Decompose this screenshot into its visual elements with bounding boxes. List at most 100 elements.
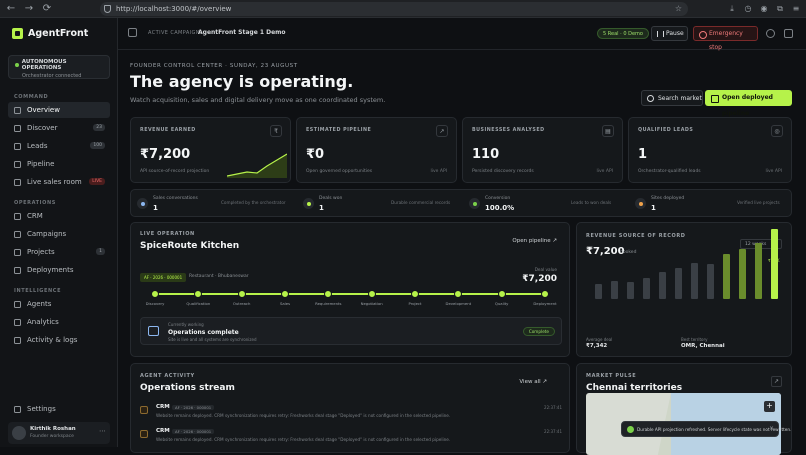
- revenue-value: ₹7,200: [586, 246, 625, 257]
- stage-label: Negotiation: [360, 301, 383, 306]
- stat-conversations: Sales conversations 1 Completed by the o…: [131, 190, 296, 218]
- user-name: Kirthik Roshan: [30, 426, 76, 432]
- history-icon[interactable]: ◷: [742, 2, 754, 16]
- check-icon: [627, 426, 634, 433]
- download-icon[interactable]: ⤓: [726, 2, 738, 16]
- sidebar-item-overview[interactable]: Overview: [8, 102, 110, 118]
- sidebar-item-deployments[interactable]: Deployments: [8, 262, 110, 278]
- revenue-bar: [723, 254, 730, 299]
- panel-title: Operations stream: [140, 383, 235, 393]
- user-card[interactable]: Kirthik Roshan Founder workspace ⋯: [8, 422, 110, 444]
- sidebar-item-live-sales-room[interactable]: Live sales room LIVE: [8, 174, 110, 190]
- sidebar-toggle-icon[interactable]: [128, 28, 137, 37]
- theme-icon[interactable]: [766, 29, 775, 38]
- kpi-source: live API: [430, 169, 447, 174]
- sidebar-item-settings[interactable]: Settings: [8, 401, 110, 417]
- activity-item[interactable]: CRM AF · 2026 · 000001 Website remains d…: [140, 428, 562, 446]
- stat-conversion: Conversion 100.0% Leads to won deals: [463, 190, 628, 218]
- status-dot-icon: [15, 63, 19, 67]
- campaign-selector[interactable]: AgentFront Stage 1 Demo: [198, 29, 286, 36]
- kpi-businesses-card[interactable]: BUSINESSES ANALYSED ▤ 110 Persisted disc…: [462, 117, 623, 183]
- stat-note: Leads to won deals: [571, 200, 612, 205]
- revenue-bar: [659, 272, 666, 299]
- user-role: Founder workspace: [30, 434, 74, 439]
- megaphone-icon: [14, 230, 21, 238]
- account-icon[interactable]: ◉: [758, 2, 770, 16]
- main-content: FOUNDER CONTROL CENTER · SUNDAY, 23 AUGU…: [118, 50, 806, 455]
- cw-sub: Site is live and all systems are synchro…: [168, 337, 257, 342]
- stat-label: Sites deployed: [651, 196, 685, 201]
- stat-value: 1: [651, 204, 656, 212]
- pause-button[interactable]: Pause: [651, 26, 688, 41]
- kpi-leads-card[interactable]: QUALIFIED LEADS ◎ 1 Orchestrator-qualifi…: [628, 117, 792, 183]
- address-bar[interactable]: http://localhost:3000/#/overview ☆: [100, 2, 688, 16]
- panel-eyebrow: AGENT ACTIVITY: [140, 373, 195, 379]
- globe-icon: [635, 198, 646, 209]
- notifications-icon[interactable]: [784, 29, 793, 38]
- sidebar-item-label: Activity & logs: [27, 336, 78, 344]
- back-icon[interactable]: ←: [4, 2, 18, 16]
- search-market-button[interactable]: Search market: [641, 90, 703, 106]
- emergency-stop-button[interactable]: Emergency stop: [693, 26, 758, 51]
- warning-icon: [140, 430, 148, 438]
- stage-dot: [324, 290, 333, 298]
- revenue-panel: REVENUE SOURCE OF RECORD ₹7,200 booked 1…: [576, 222, 792, 357]
- zoom-in-button[interactable]: +: [764, 401, 775, 412]
- close-icon[interactable]: ×: [769, 425, 774, 432]
- star-icon[interactable]: ☆: [675, 2, 682, 16]
- sidebar-item-leads[interactable]: Leads 100: [8, 138, 110, 154]
- stage-dot: [411, 290, 419, 298]
- top-bar-label: ₹7.2K: [768, 258, 780, 263]
- chart-icon: [14, 318, 21, 326]
- activity-item[interactable]: CRM AF · 2026 · 000001 Website remains d…: [140, 404, 562, 422]
- panel-eyebrow: LIVE OPERATION: [140, 231, 195, 237]
- live-operation-panel: LIVE OPERATION SpiceRoute Kitchen Open p…: [130, 222, 570, 357]
- stats-strip: Sales conversations 1 Completed by the o…: [130, 189, 792, 217]
- sidebar-item-activity[interactable]: Activity & logs: [8, 332, 110, 348]
- activity-time: 22:37:41: [544, 429, 562, 434]
- sidebar-item-pipeline[interactable]: Pipeline: [8, 156, 110, 172]
- expand-icon[interactable]: ↗: [771, 376, 782, 387]
- sidebar-item-discover[interactable]: Discover 23: [8, 120, 110, 136]
- reload-icon[interactable]: ⟳: [40, 2, 54, 16]
- activity-title: CRM: [156, 428, 170, 434]
- trend-up-icon: ↗: [436, 125, 448, 137]
- section-command: COMMAND: [14, 94, 49, 100]
- sidebar-item-crm[interactable]: CRM: [8, 208, 110, 224]
- sidebar-item-projects[interactable]: Projects 1: [8, 244, 110, 260]
- target-icon: ◎: [771, 125, 783, 137]
- sidebar-item-label: Pipeline: [27, 160, 55, 168]
- revenue-bar: [707, 264, 714, 299]
- open-pipeline-button[interactable]: Open deployed pipeline: [705, 90, 792, 117]
- stage-dot: [454, 290, 463, 298]
- kpi-revenue-card[interactable]: REVENUE EARNED ₹ ₹7,200 API source-of-re…: [130, 117, 291, 183]
- forward-icon[interactable]: →: [22, 2, 36, 16]
- bot-icon: [14, 300, 21, 308]
- more-icon[interactable]: ⋯: [99, 427, 106, 435]
- revenue-bar: [739, 248, 746, 299]
- auto-title: AUTONOMOUS OPERATIONS: [21, 59, 67, 71]
- sidebar-item-campaigns[interactable]: Campaigns: [8, 226, 110, 242]
- database-icon: ▤: [602, 125, 614, 137]
- stat-deals: Deals won 1 Durable commercial records: [297, 190, 462, 218]
- stage-label: Qualification: [186, 301, 211, 306]
- stat-note: Verified live projects: [737, 200, 780, 205]
- stat-label: Sales conversations: [153, 196, 198, 201]
- activity-time: 22:37:41: [544, 405, 562, 410]
- extensions-icon[interactable]: ⧉: [774, 2, 786, 16]
- view-all-link[interactable]: View all ↗: [519, 379, 547, 385]
- activity-message: Website remains deployed. CRM synchroniz…: [156, 413, 451, 418]
- menu-icon[interactable]: ≡: [790, 2, 802, 16]
- sidebar-item-agents[interactable]: Agents: [8, 296, 110, 312]
- open-pipeline-link[interactable]: Open pipeline ↗: [512, 238, 557, 244]
- sidebar-item-label: Leads: [27, 142, 48, 150]
- sidebar-item-analytics[interactable]: Analytics: [8, 314, 110, 330]
- crm-icon: [14, 212, 21, 220]
- kpi-pipeline-card[interactable]: ESTIMATED PIPELINE ↗ ₹0 Open governed op…: [296, 117, 457, 183]
- avg-deal-label: Average deal: [586, 337, 613, 342]
- sidebar-item-label: Projects: [27, 248, 55, 256]
- panel-title: SpiceRoute Kitchen: [140, 241, 240, 251]
- app-logo[interactable]: AgentFront: [12, 28, 88, 39]
- rupee-icon: ₹: [270, 125, 282, 137]
- stage-label: Sales: [279, 301, 291, 306]
